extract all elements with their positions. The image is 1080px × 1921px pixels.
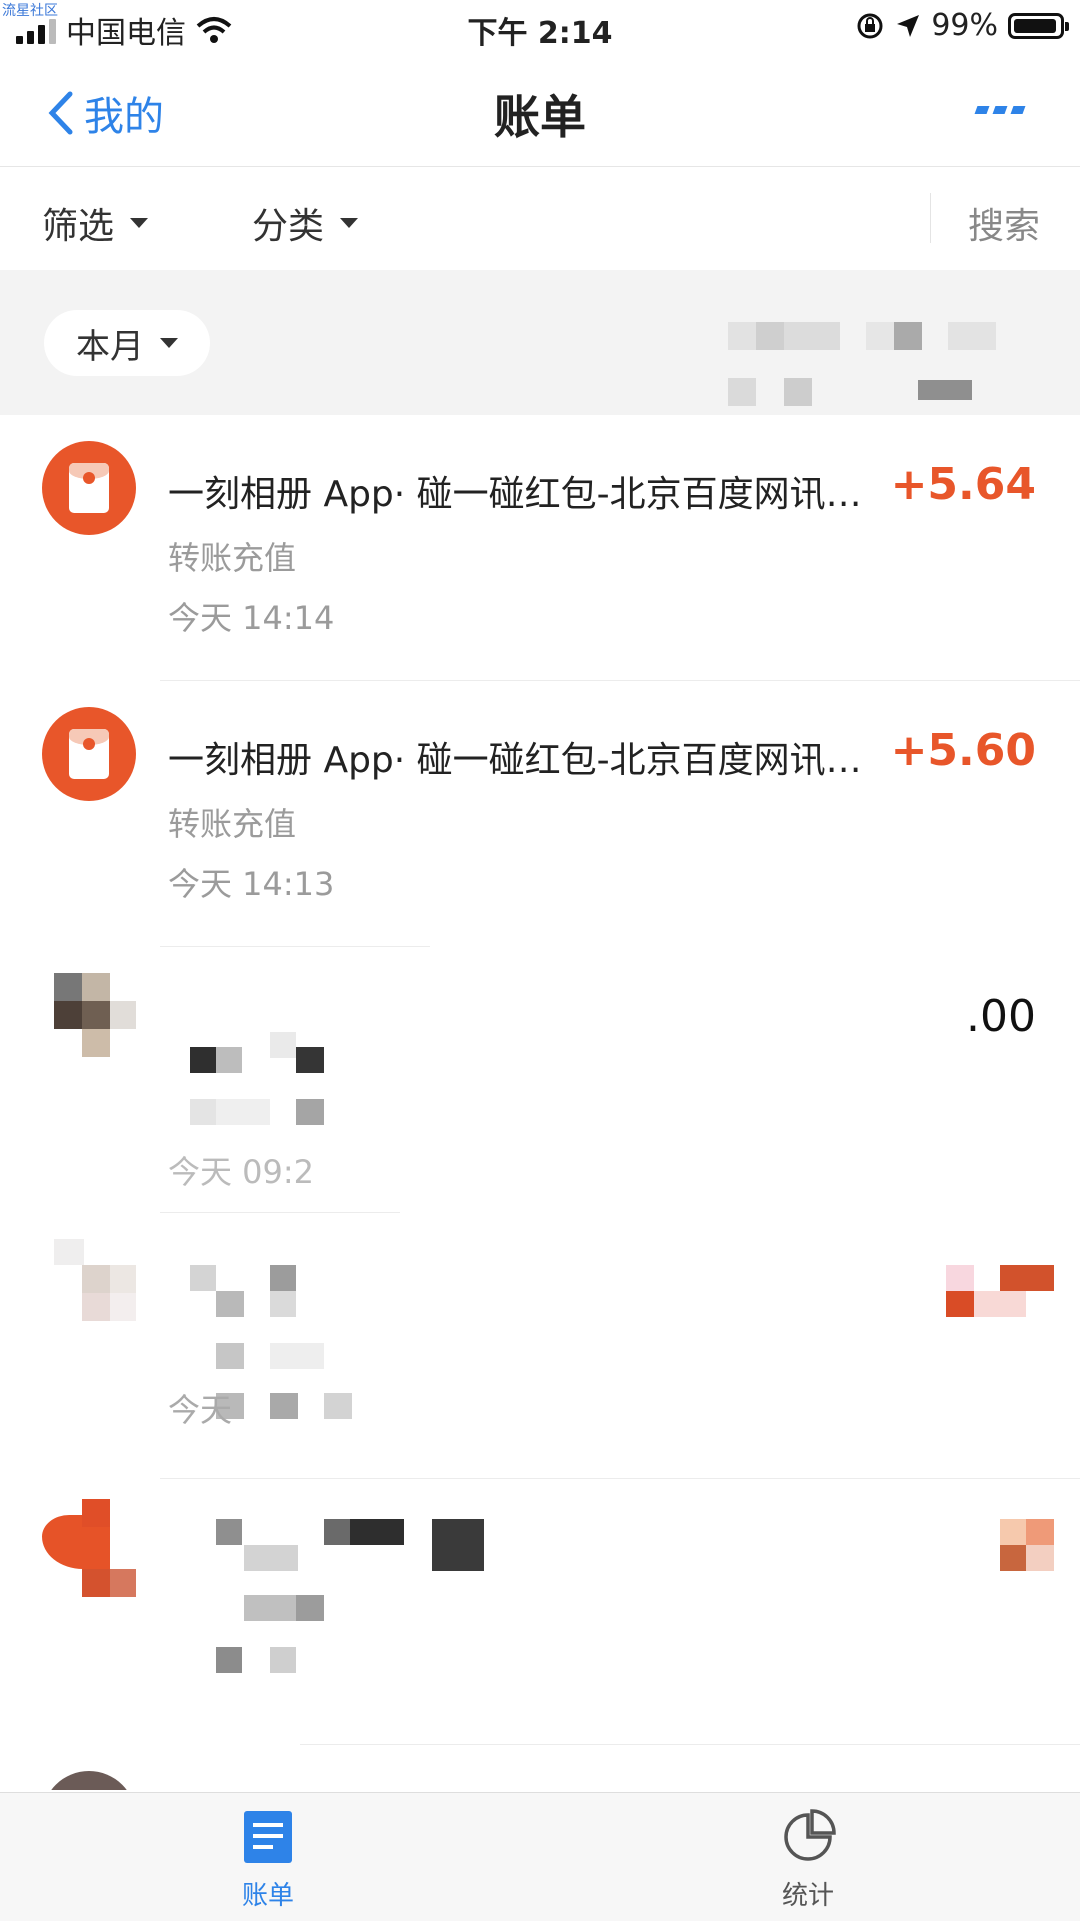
more-dot-icon xyxy=(974,106,990,114)
avatar-pixelated xyxy=(42,973,136,1067)
filter-bar: 筛选 分类 搜索 xyxy=(0,167,1080,269)
caret-down-icon xyxy=(130,218,149,228)
avatar-pixelated xyxy=(42,1499,136,1599)
list-item[interactable] xyxy=(0,1479,1080,1745)
status-right: 99% xyxy=(855,8,1069,43)
battery-percent: 99% xyxy=(931,8,998,43)
list-item[interactable]: 今天 xyxy=(0,1213,1080,1479)
tab-bill[interactable]: 账单 xyxy=(208,1809,328,1912)
transaction-amount: .00 xyxy=(966,991,1036,1042)
transaction-title: 一刻相册 App· 碰一碰红包-北京百度网讯科技有限公司 xyxy=(168,474,888,515)
transaction-category: 转账充值 xyxy=(168,805,297,843)
status-bar: 中国电信 下午 2:14 99% xyxy=(0,0,1080,54)
list-item[interactable] xyxy=(0,1745,1080,1790)
red-packet-icon xyxy=(69,463,109,513)
transaction-time: 今天 xyxy=(168,1391,233,1429)
page-title: 账单 xyxy=(494,90,586,144)
transaction-list: 一刻相册 App· 碰一碰红包-北京百度网讯科技有限公司 +5.64 转账充值 … xyxy=(0,415,1080,1790)
divider xyxy=(930,193,931,243)
red-packet-icon xyxy=(69,729,109,779)
caret-down-icon xyxy=(160,338,178,348)
tab-stats[interactable]: 统计 xyxy=(748,1809,868,1912)
tab-label: 统计 xyxy=(781,1881,834,1911)
pie-chart-icon xyxy=(784,1809,836,1861)
filter-label: 筛选 xyxy=(42,206,115,247)
bill-icon xyxy=(244,1811,292,1863)
more-button[interactable] xyxy=(974,106,1026,114)
list-item[interactable]: 一刻相册 App· 碰一碰红包-北京百度网讯科技有限公司 +5.64 转账充值 … xyxy=(0,415,1080,681)
transaction-time: 今天 09:2 xyxy=(168,1153,315,1191)
orientation-lock-icon xyxy=(857,13,883,38)
avatar xyxy=(42,1771,136,1790)
category-dropdown[interactable]: 分类 xyxy=(252,197,359,249)
month-label: 本月 xyxy=(76,326,144,367)
transaction-amount: +5.60 xyxy=(890,725,1036,776)
transaction-title: 一刻相册 App· 碰一碰红包-北京百度网讯科技有限公司 xyxy=(168,740,888,781)
category-label: 分类 xyxy=(252,206,325,247)
location-arrow-icon xyxy=(897,14,920,37)
pixelated-text xyxy=(190,1047,216,1073)
filter-dropdown[interactable]: 筛选 xyxy=(42,197,149,249)
battery-icon xyxy=(1008,12,1069,39)
month-bar: 本月 xyxy=(0,270,1080,415)
red-packet-avatar xyxy=(42,441,136,535)
caret-down-icon xyxy=(340,218,359,228)
nav-bar: 我的 账单 xyxy=(0,56,1080,167)
more-dot-icon xyxy=(1010,106,1026,114)
transaction-time: 今天 14:14 xyxy=(168,599,335,637)
battery-fill xyxy=(1014,18,1056,33)
list-item[interactable]: 一刻相册 App· 碰一碰红包-北京百度网讯科技有限公司 +5.60 转账充值 … xyxy=(0,681,1080,947)
red-packet-avatar xyxy=(42,707,136,801)
amount-pixelated xyxy=(946,1265,974,1291)
tab-label: 账单 xyxy=(241,1881,294,1911)
month-selector[interactable]: 本月 xyxy=(44,310,210,376)
search-button[interactable]: 搜索 xyxy=(968,197,1040,249)
transaction-category: 转账充值 xyxy=(168,539,297,577)
transaction-time: 今天 14:13 xyxy=(168,865,335,903)
transaction-amount: +5.64 xyxy=(890,459,1036,510)
more-dot-icon xyxy=(992,106,1008,114)
tab-bar: 账单 统计 xyxy=(0,1792,1080,1921)
list-item[interactable]: .00 今天 09:2 xyxy=(0,947,1080,1213)
avatar-pixelated xyxy=(42,1239,136,1333)
